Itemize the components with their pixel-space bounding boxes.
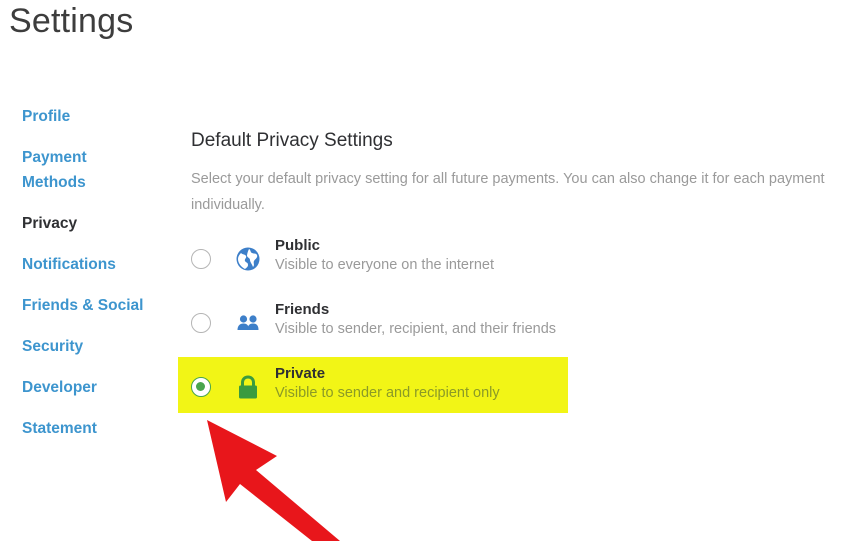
friends-label: Friends [275,301,330,318]
private-description: Visible to sender and recipient only [275,385,500,401]
red-arrow-annotation [207,420,340,541]
page-title: Settings [9,2,134,40]
sidebar-item-developer[interactable]: Developer [22,375,172,400]
friends-icon [237,315,259,330]
section-title: Default Privacy Settings [191,130,393,151]
private-label: Private [275,365,326,382]
public-description: Visible to everyone on the internet [275,257,494,273]
public-label: Public [275,237,321,254]
sidebar-item-security[interactable]: Security [22,334,172,359]
sidebar-item-privacy[interactable]: Privacy [22,211,172,236]
friends-description: Visible to sender, recipient, and their … [275,321,557,337]
lock-icon [239,375,257,399]
section-description: Select your default privacy setting for … [191,171,825,213]
sidebar-item-notifications[interactable]: Notifications [22,252,172,277]
privacy-option-public[interactable]: Public Visible to everyone on the intern… [191,237,571,288]
settings-page: Settings Profile Payment Methods Privacy… [0,0,867,541]
privacy-option-friends[interactable]: Friends Visible to sender, recipient, an… [191,301,571,352]
private-radio[interactable] [191,377,211,397]
sidebar-item-statement[interactable]: Statement [22,416,172,441]
globe-icon [236,247,260,271]
sidebar-item-profile[interactable]: Profile [22,104,172,129]
sidebar-item-friends-social[interactable]: Friends & Social [22,293,172,318]
friends-radio[interactable] [191,313,211,333]
sidebar-item-payment-methods[interactable]: Payment Methods [22,145,172,195]
public-radio[interactable] [191,249,211,269]
settings-sidebar: Profile Payment Methods Privacy Notifica… [22,104,172,457]
privacy-settings-section: Default Privacy Settings Select your def… [191,130,867,401]
privacy-option-private[interactable]: Private Visible to sender and recipient … [191,365,571,416]
